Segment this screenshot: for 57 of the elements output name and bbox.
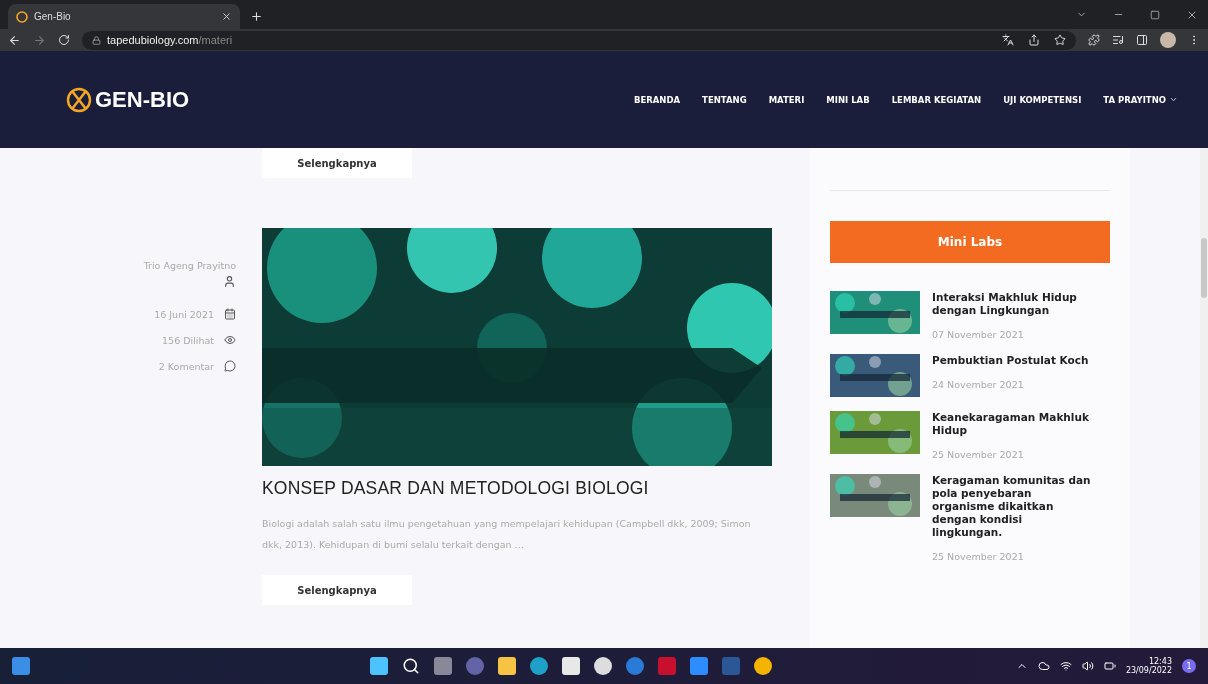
article-link[interactable]: Interaksi Makhluk Hidup dengan Lingkungan xyxy=(932,291,1092,317)
author-name: Trio Ageng Prayitno xyxy=(143,260,236,271)
share-icon[interactable] xyxy=(1028,34,1040,46)
close-icon[interactable] xyxy=(221,11,232,22)
search-icon[interactable] xyxy=(402,657,420,675)
cloud-icon[interactable] xyxy=(1037,660,1050,672)
extensions-icon[interactable] xyxy=(1088,34,1100,46)
logo-icon xyxy=(66,86,92,113)
scroll-thumb[interactable] xyxy=(1201,238,1207,298)
lock-icon xyxy=(92,35,101,45)
clock-date[interactable]: 23/09/2022 xyxy=(1125,666,1172,675)
profile-avatar[interactable] xyxy=(1160,32,1176,48)
address-field[interactable]: tapedubiology.com/materi xyxy=(82,30,1076,50)
site-logo[interactable]: GEN-BIO xyxy=(95,86,190,113)
article-link[interactable]: Keragaman komunitas dan pola penyebaran organisme dikaitkan dengan kondisi lingkungan. xyxy=(932,474,1092,539)
maximize-icon[interactable] xyxy=(1150,9,1160,20)
read-more-button[interactable]: Selengkapnya xyxy=(262,575,412,605)
user-icon xyxy=(223,275,236,288)
translate-icon[interactable] xyxy=(1002,34,1014,46)
logo-icon xyxy=(16,10,28,23)
nav-link[interactable]: UJI KOMPETENSI xyxy=(1003,94,1082,105)
battery-icon[interactable] xyxy=(1103,660,1116,672)
article-link[interactable]: Pembuktian Postulat Koch xyxy=(932,354,1092,367)
comment-icon xyxy=(224,360,236,372)
mini-lab-date: 25 November 2021 xyxy=(932,449,1025,460)
browser-tab[interactable]: Gen-Bio xyxy=(8,4,240,29)
section-heading: Mini Labs xyxy=(830,221,1110,263)
read-more-button[interactable]: Selengkapnya xyxy=(262,148,412,178)
article-link[interactable]: Keanekaragaman Makhluk Hidup xyxy=(932,411,1092,437)
mini-lab-date: 24 November 2021 xyxy=(932,379,1025,390)
calendar-icon xyxy=(224,308,236,320)
post-date: 16 Juni 2021 xyxy=(154,308,214,320)
caret-icon xyxy=(1169,95,1178,104)
nav-link[interactable]: TA PRAYITNO xyxy=(1103,94,1178,105)
nav-link[interactable]: MATERI xyxy=(768,94,805,105)
nav-link[interactable]: BERANDA xyxy=(633,94,681,105)
clock-time[interactable]: 12:43 xyxy=(1148,657,1172,666)
bookmark-star-icon[interactable] xyxy=(1054,34,1066,46)
nav-link[interactable]: MINI LAB xyxy=(826,94,870,105)
side-panel-icon[interactable] xyxy=(1136,34,1148,46)
nav-link[interactable]: TENTANG xyxy=(702,94,747,105)
eye-icon xyxy=(224,334,236,346)
wifi-icon[interactable] xyxy=(1059,660,1072,672)
back-icon[interactable] xyxy=(8,33,21,47)
volume-icon[interactable] xyxy=(1081,660,1094,672)
nav-link[interactable]: LEMBAR KEGIATAN xyxy=(891,94,982,105)
mini-lab-date: 25 November 2021 xyxy=(932,551,1025,562)
new-tab-icon[interactable] xyxy=(250,10,263,23)
post-title[interactable]: KONSEP DASAR DAN METODOLOGI BIOLOGI xyxy=(262,478,772,499)
notification-badge[interactable]: 1 xyxy=(1182,659,1196,673)
forward-icon[interactable] xyxy=(33,33,46,47)
reload-icon[interactable] xyxy=(58,34,70,46)
mini-lab-date: 07 November 2021 xyxy=(932,329,1025,340)
post-excerpt: Biologi adalah salah satu ilmu pengetahuan yang mempelajari kehidupan (Campbell dkk, 2009; Simon dkk, 2013). Kehidupan di bumi selalu terkait dengan … xyxy=(262,517,752,552)
comment-count: 2 Komentar xyxy=(158,360,214,372)
view-count: 156 Dilihat xyxy=(162,334,214,346)
media-icon[interactable] xyxy=(1112,34,1124,46)
